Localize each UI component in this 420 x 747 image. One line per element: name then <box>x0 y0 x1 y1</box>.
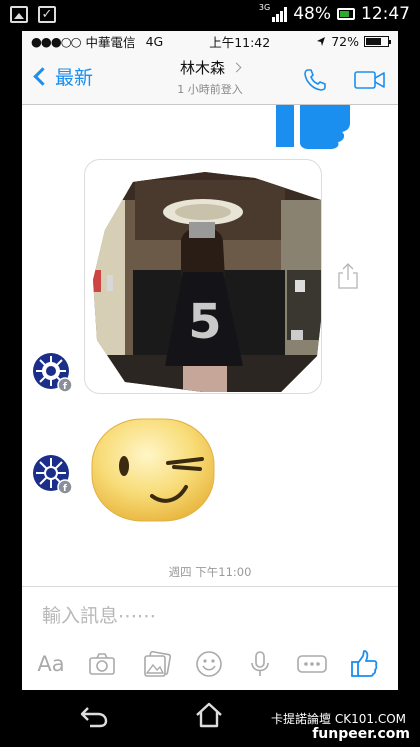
signal-dots-icon: ●●●○○ <box>31 33 82 49</box>
android-back-icon[interactable] <box>78 704 110 728</box>
screenshot-frame: ✓ 3G 48% 12:47 ●●●○○ 中華電信 4G 上午11:42 72% <box>0 0 420 747</box>
image-icon[interactable] <box>142 649 172 679</box>
ios-status-bar: ●●●○○ 中華電信 4G 上午11:42 72% <box>22 31 398 51</box>
android-home-icon[interactable] <box>194 700 224 730</box>
android-status-bar: ✓ 3G 48% 12:47 <box>0 0 420 30</box>
svg-text:5: 5 <box>188 294 221 350</box>
carrier-name: 中華電信 <box>85 34 136 50</box>
battery-icon <box>337 8 355 20</box>
phone-screen: ●●●○○ 中華電信 4G 上午11:42 72% 最新 林木森 1 小時前登入 <box>22 31 398 690</box>
signal-icon <box>272 6 288 22</box>
composer-toolbar: Aa <box>22 649 398 681</box>
camera-icon[interactable] <box>87 649 117 679</box>
mic-icon[interactable] <box>245 649 275 679</box>
last-seen: 1 小時前登入 <box>177 83 243 96</box>
ios-battery-icon <box>364 35 391 47</box>
svg-text:f: f <box>63 382 67 392</box>
android-nav-bar: 卡提諾論壇 CK101.COM funpeer.com <box>0 690 420 747</box>
contact-name: 林木森 <box>179 59 225 77</box>
phone-icon[interactable] <box>302 67 328 93</box>
ios-battery-percent: 72% <box>331 33 359 49</box>
message-composer: 輸入訊息⋯⋯ Aa <box>22 586 398 690</box>
share-icon[interactable] <box>336 262 360 290</box>
text-format-label: Aa <box>37 652 65 676</box>
more-icon[interactable] <box>296 649 328 679</box>
watermark-site: funpeer.com <box>312 726 410 742</box>
signal-type: 3G <box>258 2 271 12</box>
checkbox-icon: ✓ <box>38 6 56 23</box>
location-arrow-icon <box>317 36 326 46</box>
chevron-right-icon <box>231 62 242 73</box>
watermark-text: 卡提諾論壇 CK101.COM <box>271 712 406 726</box>
android-time: 12:47 <box>361 4 410 24</box>
contact-avatar[interactable]: f <box>32 352 72 392</box>
contact-avatar[interactable]: f <box>32 454 72 494</box>
contact-info[interactable]: 林木森 1 小時前登入 <box>22 57 398 97</box>
picture-icon <box>10 6 28 23</box>
photo-message[interactable]: 5 <box>84 159 322 394</box>
smile-icon[interactable] <box>194 649 224 679</box>
battery-percent: 48% <box>293 4 331 24</box>
wink-emoji-sticker[interactable] <box>90 417 218 525</box>
thumbs-up-icon[interactable] <box>349 649 379 679</box>
conversation-header: 最新 林木森 1 小時前登入 <box>22 51 398 105</box>
shared-photo: 5 <box>93 172 321 392</box>
message-list[interactable]: 5 f f 週四 下午11:00 <box>22 105 398 579</box>
text-format-button[interactable]: Aa <box>36 649 66 679</box>
video-icon[interactable] <box>354 69 386 91</box>
svg-text:f: f <box>63 484 67 494</box>
message-input[interactable]: 輸入訊息⋯⋯ <box>42 601 156 628</box>
message-timestamp: 週四 下午11:00 <box>168 565 252 579</box>
ios-time: 上午11:42 <box>209 34 271 50</box>
thumbs-up-sticker[interactable] <box>276 105 350 151</box>
network-type: 4G <box>145 33 164 49</box>
